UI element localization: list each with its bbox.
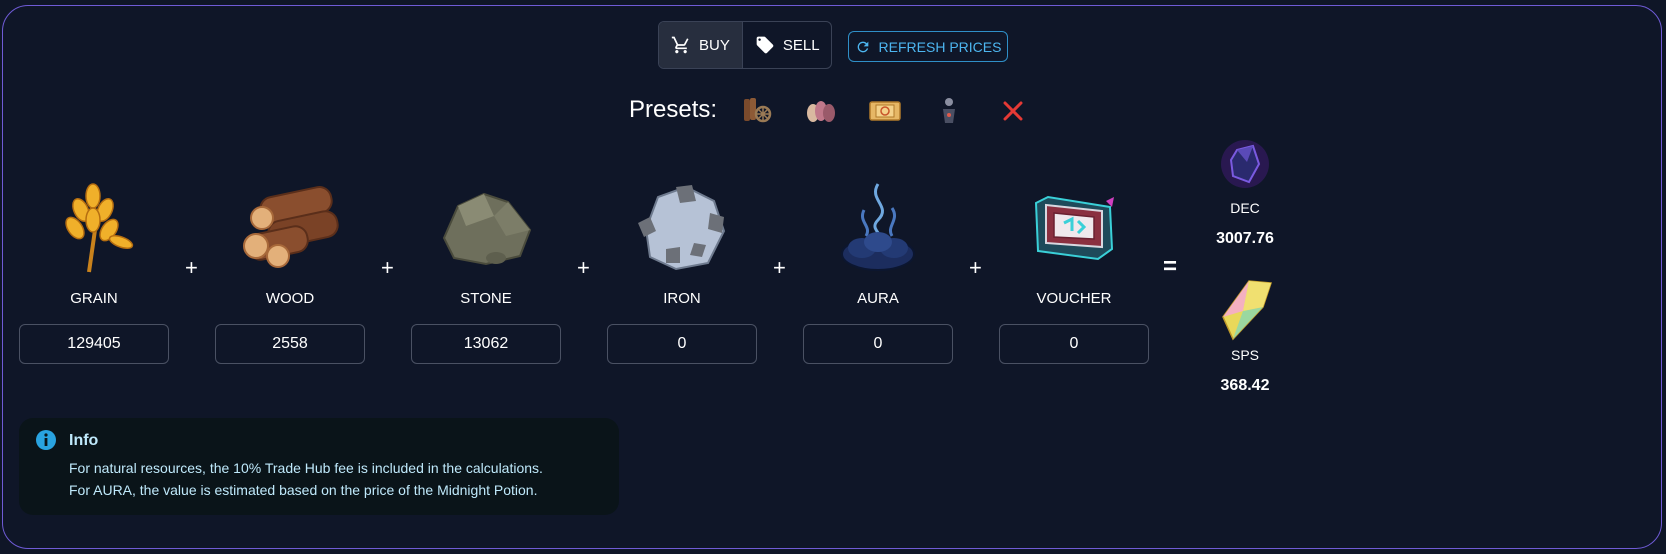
buy-sell-toggle: BUY SELL [658,21,832,69]
seeds-preset-icon [807,101,835,122]
resource-grain: GRAIN [18,178,170,364]
wood-and-wheel-preset-icon [744,98,772,123]
plus-sign: + [185,255,198,280]
info-title: Info [69,432,99,449]
refresh-icon [857,41,868,52]
sps-value: 368.42 [1220,377,1270,394]
resource-voucher: VOUCHER [998,178,1150,364]
output-sps: SPS 368.42 [1195,277,1295,395]
aura-icon [841,183,915,271]
refresh-prices-button[interactable]: REFRESH PRICES [848,31,1008,62]
iron-icon [638,185,726,271]
resource-stone: STONE [410,178,562,364]
resource-wood: WOOD [214,178,366,364]
output-dec: DEC 3007.76 [1195,138,1295,248]
refresh-label: REFRESH PRICES [878,38,1002,55]
plus-sign: + [969,255,982,280]
wood-icon [243,186,339,268]
resource-aura: AURA [802,178,954,364]
grain-label: GRAIN [70,290,118,307]
buy-label: BUY [699,36,730,54]
plus-sign: + [773,255,786,280]
info-icon [36,430,56,450]
preset-voucher[interactable] [868,94,902,128]
resource-iron: IRON [606,178,758,364]
preset-seeds[interactable] [804,94,838,128]
tag-icon [756,36,774,54]
plus-sign: + [381,255,394,280]
clear-x-icon [1003,101,1023,121]
dec-label: DEC [1230,200,1260,216]
info-line: For AURA, the value is estimated based o… [69,482,538,498]
info-line: For natural resources, the 10% Trade Hub… [69,460,543,476]
aura-label: AURA [857,290,899,307]
sps-crystal-icon [1222,280,1273,341]
buy-button[interactable]: BUY [659,22,743,68]
voucher-input[interactable] [999,324,1149,364]
iron-input[interactable] [607,324,757,364]
wood-label: WOOD [265,290,315,307]
sell-label: SELL [782,36,820,54]
plus-sign: + [577,255,590,280]
grain-icon [65,183,134,273]
voucher-label: VOUCHER [1036,290,1112,307]
presets-label: Presets: [629,96,718,123]
wood-input[interactable] [215,324,365,364]
sps-label: SPS [1230,347,1259,363]
sell-button[interactable]: SELL [743,22,831,68]
iron-label: IRON [663,290,701,307]
aura-input[interactable] [803,324,953,364]
voucher-ticket-preset-icon [869,101,901,121]
preset-wood-wheel[interactable] [740,94,774,128]
stone-label: STONE [460,290,512,307]
dec-value: 3007.76 [1216,230,1274,247]
figure-preset-icon [943,98,955,123]
voucher-icon [1034,195,1114,261]
cart-icon [671,36,689,54]
preset-clear[interactable] [996,94,1030,128]
grain-input[interactable] [19,324,169,364]
equals-sign: = [1163,253,1178,280]
dec-crystal-icon [1221,140,1269,188]
info-box: Info For natural resources, the 10% Trad… [19,418,619,515]
preset-figure[interactable] [932,94,966,128]
stone-input[interactable] [411,324,561,364]
stone-icon [442,192,532,266]
